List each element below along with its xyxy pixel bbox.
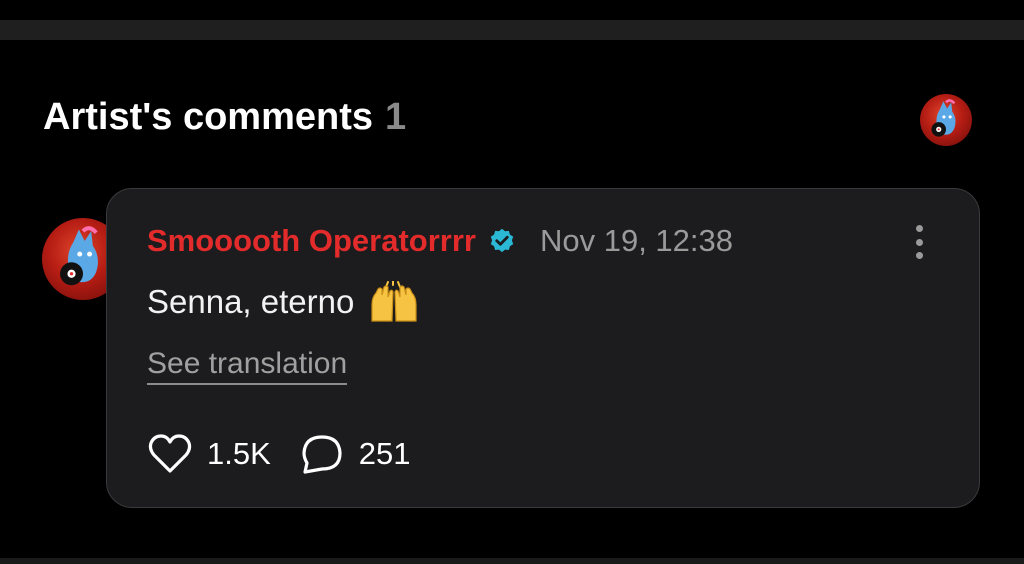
verified-badge-icon — [488, 227, 516, 255]
comment-count: 1 — [385, 96, 407, 138]
reply-button[interactable]: 251 — [299, 433, 411, 475]
comment-header: Smooooth Operatorrrr Nov 19, 12:38 — [147, 223, 733, 259]
comment-actions: 1.5K 251 — [147, 433, 411, 475]
comment-text: Senna, eterno — [147, 283, 355, 320]
reply-count: 251 — [358, 436, 411, 471]
comment-body: Senna, eterno — [147, 281, 422, 323]
kebab-menu-icon — [915, 225, 923, 232]
artist-avatar[interactable] — [920, 94, 972, 146]
section-title: Artist's comments — [43, 96, 374, 138]
speech-bubble-icon — [302, 435, 342, 474]
comment-card: Smooooth Operatorrrr Nov 19, 12:38 Senna… — [106, 188, 980, 508]
see-translation-link[interactable]: See translation — [147, 347, 348, 385]
heart-icon — [148, 434, 192, 473]
comment-timestamp: Nov 19, 12:38 — [539, 223, 733, 258]
like-button[interactable]: 1.5K — [147, 433, 271, 475]
author-name[interactable]: Smooooth Operatorrrr — [147, 223, 476, 259]
raising-hands-icon — [371, 281, 417, 322]
bottom-divider — [0, 558, 1024, 564]
top-divider — [0, 20, 1024, 40]
more-options-button[interactable] — [909, 225, 929, 259]
like-count: 1.5K — [207, 436, 271, 471]
cartoon-cat-icon — [931, 99, 956, 137]
section-header: Artist's comments 1 — [43, 96, 406, 139]
